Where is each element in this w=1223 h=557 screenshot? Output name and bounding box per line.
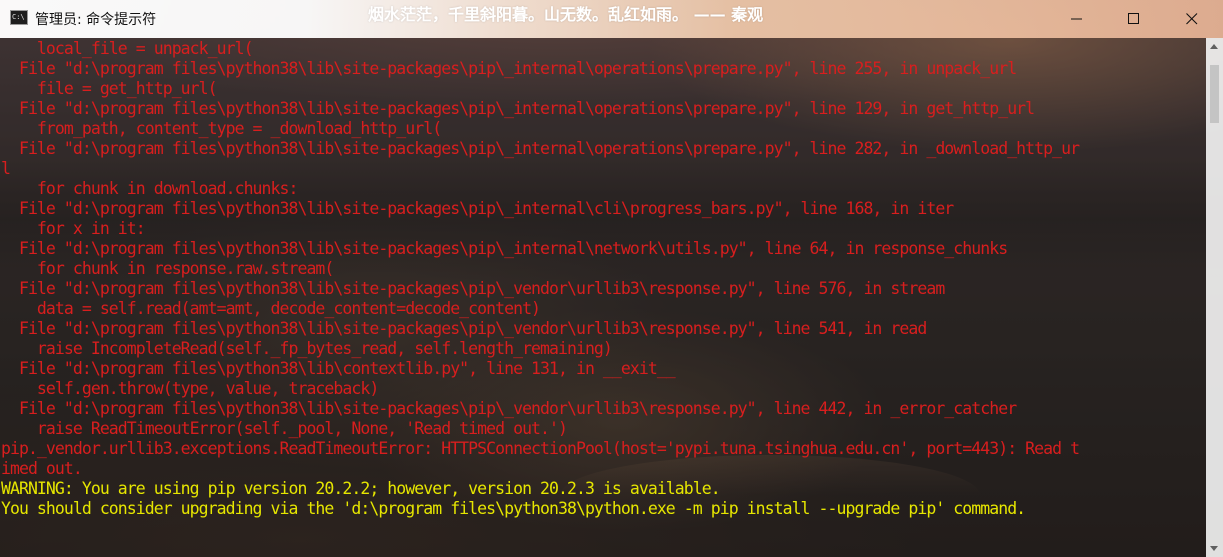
minimize-icon	[1071, 18, 1082, 20]
window-title: 管理员: 命令提示符	[35, 12, 157, 28]
title-bar[interactable]: C:\ 管理员: 命令提示符 烟水茫茫，千里斜阳暮。山无数。乱红如雨。 —— 秦…	[0, 0, 1223, 38]
console-error-line: File "d:\program files\python38\lib\site…	[1, 279, 945, 298]
console-output[interactable]: local_file = unpack_url( File "d:\progra…	[0, 38, 1206, 557]
console-error-line: pip._vendor.urllib3.exceptions.ReadTimeo…	[1, 439, 1080, 458]
console-error-line: File "d:\program files\python38\lib\site…	[1, 99, 1035, 118]
scrollbar-thumb[interactable]	[1210, 65, 1219, 123]
cmd-icon: C:\	[10, 10, 28, 25]
console-error-line: from_path, content_type = _download_http…	[1, 119, 442, 138]
console-error-line: file = get_http_url(	[1, 79, 218, 98]
console-error-line: l	[1, 159, 11, 178]
console-error-line: data = self.read(amt=amt, decode_content…	[1, 299, 541, 318]
close-button[interactable]	[1163, 0, 1221, 38]
title-bar-banner: 烟水茫茫，千里斜阳暮。山无数。乱红如雨。 —— 秦观	[368, 5, 764, 24]
scroll-down-arrow-icon[interactable]	[1206, 540, 1223, 557]
minimize-button[interactable]	[1048, 0, 1106, 38]
console-warning-line: WARNING: You are using pip version 20.2.…	[1, 479, 721, 498]
console-error-line: File "d:\program files\python38\lib\cont…	[1, 359, 676, 378]
console-error-line: File "d:\program files\python38\lib\site…	[1, 319, 927, 338]
console-error-line: for chunk in response.raw.stream(	[1, 259, 334, 278]
console-error-line: File "d:\program files\python38\lib\site…	[1, 139, 1080, 158]
console-error-line: for x in it:	[1, 219, 146, 238]
close-icon	[1186, 13, 1198, 25]
console-error-line: raise ReadTimeoutError(self._pool, None,…	[1, 419, 568, 438]
console-error-line: self.gen.throw(type, value, traceback)	[1, 379, 379, 398]
command-prompt-window: C:\ 管理员: 命令提示符 烟水茫茫，千里斜阳暮。山无数。乱红如雨。 —— 秦…	[0, 0, 1223, 557]
console-warning-line: You should consider upgrading via the 'd…	[1, 499, 1026, 518]
console-error-line: File "d:\program files\python38\lib\site…	[1, 59, 1017, 78]
console-error-line: imed out.	[1, 459, 83, 478]
console-error-line: for chunk in download.chunks:	[1, 179, 298, 198]
console-error-line: File "d:\program files\python38\lib\site…	[1, 239, 1008, 258]
maximize-icon	[1128, 13, 1139, 24]
scroll-up-arrow-icon[interactable]	[1206, 38, 1223, 55]
vertical-scrollbar[interactable]	[1206, 38, 1223, 557]
maximize-button[interactable]	[1105, 0, 1163, 38]
console-error-line: File "d:\program files\python38\lib\site…	[1, 199, 954, 218]
console-error-line: local_file = unpack_url(	[1, 39, 254, 58]
console-error-line: raise IncompleteRead(self._fp_bytes_read…	[1, 339, 613, 358]
console-error-line: File "d:\program files\python38\lib\site…	[1, 399, 1017, 418]
